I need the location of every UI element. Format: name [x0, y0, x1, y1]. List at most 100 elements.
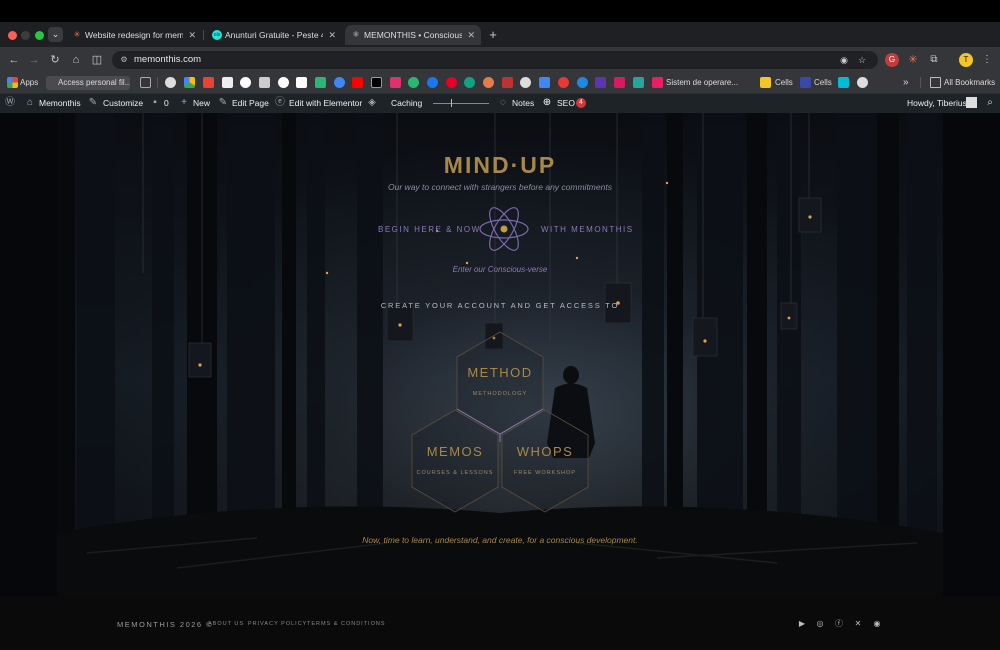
- hero-title: MIND·UP: [443, 152, 557, 178]
- begin-here-link[interactable]: BEGIN HERE & NOW: [378, 225, 481, 234]
- profile-avatar[interactable]: T: [959, 53, 973, 67]
- extension-badge-icon[interactable]: G: [885, 53, 899, 67]
- bookmark-icon[interactable]: [539, 77, 550, 88]
- x-bookmark-icon[interactable]: [371, 77, 382, 88]
- bookmark-cells[interactable]: Cells: [775, 76, 793, 90]
- threads-icon[interactable]: [240, 77, 251, 88]
- elementor-icon: ⓔ: [275, 97, 285, 108]
- url-text[interactable]: memonthis.com: [134, 51, 201, 69]
- minimize-window-button[interactable]: [21, 31, 30, 40]
- chatgpt-bookmark-icon[interactable]: [464, 77, 475, 88]
- spotify-icon[interactable]: ◉: [872, 619, 882, 629]
- bookmark-icon[interactable]: [614, 77, 625, 88]
- admin-howdy[interactable]: Howdy, Tiberius: [907, 94, 967, 113]
- close-icon[interactable]: ✕: [467, 25, 475, 45]
- admin-edit-elementor[interactable]: Edit with Elementor: [289, 94, 362, 113]
- youtube-icon[interactable]: ▶: [797, 619, 807, 629]
- extensions-puzzle-icon[interactable]: ⧉: [927, 53, 941, 67]
- bookmark-icon[interactable]: [296, 77, 307, 88]
- bookmark-apps[interactable]: Apps: [20, 76, 38, 90]
- admin-edit-page[interactable]: Edit Page: [232, 94, 269, 113]
- gmail-icon[interactable]: [203, 77, 214, 88]
- more-bookmarks-chevron[interactable]: »: [903, 76, 909, 90]
- footer-privacy-link[interactable]: PRIVACY POLICY: [248, 621, 307, 627]
- youtube-bookmark-icon[interactable]: [352, 77, 363, 88]
- x-icon[interactable]: ✕: [853, 619, 863, 629]
- pinterest-bookmark-icon[interactable]: [446, 77, 457, 88]
- bookmark-icon[interactable]: [408, 77, 419, 88]
- admin-site-name[interactable]: Memonthis: [39, 94, 81, 113]
- bookmark-access-personal[interactable]: Access personal fil...: [46, 76, 130, 90]
- bookmark-cells[interactable]: Cells: [814, 76, 832, 90]
- forward-icon[interactable]: →: [25, 51, 43, 69]
- back-icon[interactable]: ←: [5, 51, 23, 69]
- bookmark-icon[interactable]: [595, 77, 606, 88]
- gemini-icon[interactable]: [334, 77, 345, 88]
- bookmark-star-icon[interactable]: ☆: [856, 54, 868, 66]
- admin-comments-count[interactable]: 0: [164, 94, 169, 113]
- instagram-bookmark-icon[interactable]: [390, 77, 401, 88]
- site-settings-icon[interactable]: ⚙: [118, 54, 130, 66]
- close-icon[interactable]: ✕: [328, 25, 336, 45]
- tab-search-chevron-icon[interactable]: ⌄: [48, 27, 63, 42]
- bookmark-icon[interactable]: [315, 77, 326, 88]
- bookmark-icon[interactable]: [652, 77, 663, 88]
- search-icon[interactable]: ⌕: [984, 97, 996, 109]
- sparkle-extension-icon[interactable]: ✳: [906, 53, 920, 67]
- camera-icon[interactable]: ◉: [838, 54, 850, 66]
- side-panel-icon[interactable]: ◫: [88, 51, 106, 69]
- pencil-icon: ✎: [218, 97, 228, 108]
- admin-customize[interactable]: Customize: [103, 94, 143, 113]
- atom-bookmark-icon[interactable]: [165, 77, 176, 88]
- hex-memos-sublabel: COURSES & LESSONS: [416, 470, 494, 476]
- admin-new[interactable]: New: [193, 94, 210, 113]
- maximize-window-button[interactable]: [35, 31, 44, 40]
- bookmark-icon[interactable]: [222, 77, 233, 88]
- all-bookmarks[interactable]: All Bookmarks: [944, 76, 995, 90]
- close-icon[interactable]: ✕: [188, 25, 196, 45]
- hex-method-label[interactable]: METHOD: [450, 365, 550, 380]
- footer-terms-link[interactable]: TERMS & CONDITIONS: [307, 621, 386, 627]
- tab-anunturi[interactable]: olx Anunturi Gratuite - Peste 4 mi ✕: [206, 25, 342, 45]
- footer-about-link[interactable]: ABOUT US: [208, 621, 244, 627]
- bookmark-icon[interactable]: [558, 77, 569, 88]
- olx-icon: olx: [212, 30, 222, 40]
- browser-menu-icon[interactable]: ⋮: [980, 53, 994, 67]
- claude-bookmark-icon[interactable]: [483, 77, 494, 88]
- admin-notes[interactable]: Notes: [512, 94, 534, 113]
- hero-tagline: Our way to connect with strangers before…: [388, 182, 612, 192]
- new-tab-button[interactable]: +: [486, 25, 500, 45]
- bookmark-icon[interactable]: [577, 77, 588, 88]
- hex-whops-label[interactable]: WHOPS: [495, 444, 595, 459]
- memonthis-atom-logo-icon[interactable]: [477, 202, 531, 256]
- brush-icon: ✎: [88, 97, 98, 108]
- instagram-icon[interactable]: ◎: [815, 619, 825, 629]
- with-memonthis-link[interactable]: WITH MEMONTHIS: [541, 225, 634, 234]
- reload-icon[interactable]: ↻: [46, 51, 64, 69]
- bookmark-icon[interactable]: [520, 77, 531, 88]
- admin-caching[interactable]: Caching: [391, 94, 422, 113]
- user-avatar[interactable]: [966, 97, 977, 108]
- tab-website-redesign[interactable]: ✳ Website redesign for memonthi ✕: [66, 25, 202, 45]
- tab-separator: [203, 30, 204, 40]
- wordpress-bookmark-icon[interactable]: [857, 77, 868, 88]
- bookmark-icon[interactable]: [838, 77, 849, 88]
- admin-seo[interactable]: SEO: [557, 94, 575, 113]
- hex-memos-label[interactable]: MEMOS: [405, 444, 505, 459]
- bookmark-sistem[interactable]: Sistem de operare...: [666, 76, 738, 90]
- facebook-icon[interactable]: ⓕ: [834, 619, 844, 629]
- github-icon[interactable]: [278, 77, 289, 88]
- address-bar[interactable]: ⚙ memonthis.com ◉ ☆: [112, 51, 878, 69]
- wordpress-logo-icon[interactable]: Ⓦ: [4, 97, 16, 109]
- bookmark-icon[interactable]: [259, 77, 270, 88]
- home-icon[interactable]: ⌂: [67, 51, 85, 69]
- bookmark-icon[interactable]: [633, 77, 644, 88]
- facebook-bookmark-icon[interactable]: [427, 77, 438, 88]
- enter-conscious-verse[interactable]: Enter our Conscious-verse: [0, 265, 1000, 274]
- tab-memonthis[interactable]: ⚛ MEMONTHIS • Conscious lear ✕: [345, 25, 481, 45]
- bookmark-separator: [157, 77, 158, 88]
- google-drive-icon[interactable]: [184, 77, 195, 88]
- bookmark-icon[interactable]: [502, 77, 513, 88]
- close-window-button[interactable]: [8, 31, 17, 40]
- grid-icon[interactable]: [140, 77, 151, 88]
